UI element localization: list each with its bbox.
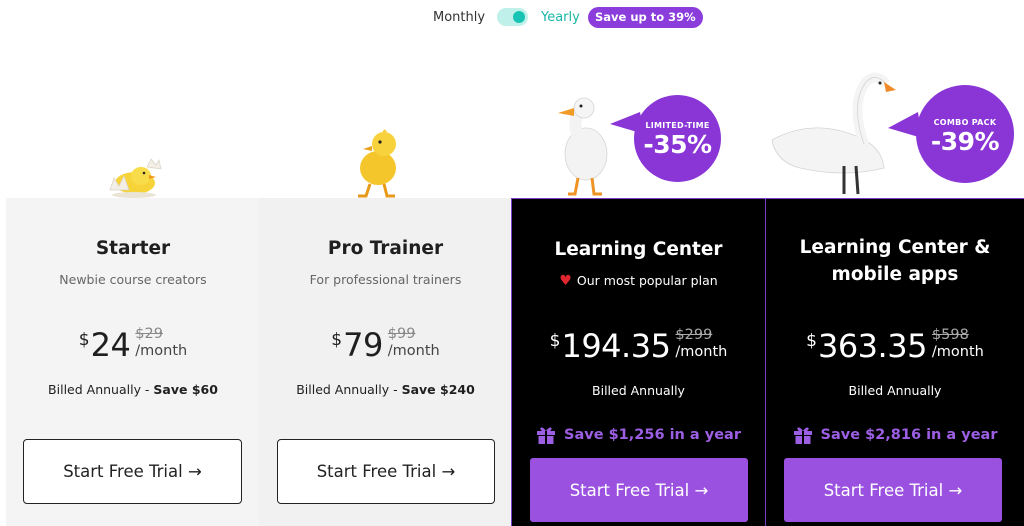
billed-text: Billed Annually -	[296, 382, 402, 397]
billing-note: Billed Annually	[848, 383, 942, 398]
billing-note: Billed Annually - Save $60	[6, 382, 260, 397]
switch-knob	[513, 11, 525, 23]
white-duck-image	[558, 97, 608, 196]
billed-text: Billed Annually -	[48, 382, 154, 397]
start-free-trial-button[interactable]: Start Free Trial →	[277, 439, 495, 504]
currency-symbol: $	[331, 330, 343, 350]
old-price: $29	[135, 326, 163, 342]
combo-pack-badge: COMBO PACK -39%	[916, 85, 1014, 183]
billed-save: Save $60	[153, 382, 218, 397]
plan-title: Pro Trainer	[327, 238, 444, 259]
badge-value: -39%	[930, 127, 1000, 156]
price-amount: 79	[343, 326, 383, 364]
price-amount: 194.35	[561, 327, 671, 365]
heart-icon: ♥	[559, 273, 572, 289]
popular-plan-label: Our most popular plan	[576, 273, 718, 288]
currency-symbol: $	[549, 331, 561, 351]
yearly-label[interactable]: Yearly	[541, 10, 580, 25]
save-up-to-badge: Save up to 39%	[588, 7, 703, 28]
hatching-chick-image	[109, 158, 162, 198]
price-row: $ 363.35 $598 /month	[766, 327, 1024, 365]
plan-title: Starter	[95, 238, 171, 259]
monthly-label[interactable]: Monthly	[433, 10, 485, 25]
duckling-image	[358, 129, 396, 198]
billing-toggle-row: Monthly Yearly Save up to 39%	[0, 7, 1024, 29]
start-free-trial-button[interactable]: Start Free Trial →	[784, 458, 1002, 522]
price-row: $ 194.35 $299 /month	[512, 327, 765, 365]
currency-symbol: $	[806, 331, 817, 351]
yearly-savings-text: Save $2,816 in a year	[820, 427, 998, 443]
price-amount: 363.35	[817, 327, 927, 365]
badge-value: -35%	[643, 130, 712, 159]
badge-caption: COMBO PACK	[933, 118, 997, 127]
limited-time-badge: LIMITED-TIME -35%	[634, 95, 721, 182]
plan-card-learning-center-mobile: Learning Center & mobile apps $ 363.35 $…	[765, 198, 1024, 526]
start-free-trial-button[interactable]: Start Free Trial →	[530, 458, 748, 522]
plan-card-learning-center: Learning Center ♥ Our most popular plan $…	[511, 198, 766, 526]
gift-icon	[793, 427, 812, 444]
plan-card-starter: Starter Newbie course creators $ 24 $29 …	[6, 198, 260, 526]
price-period: /month	[675, 344, 728, 360]
yearly-savings: Save $2,816 in a year	[766, 425, 1024, 445]
yearly-savings-text: Save $1,256 in a year	[564, 427, 741, 443]
price-row: $ 79 $99 /month	[259, 326, 512, 364]
currency-symbol: $	[78, 330, 90, 350]
billing-note: Billed Annually	[592, 383, 685, 398]
price-amount: 24	[90, 326, 131, 364]
old-price: $598	[931, 327, 969, 343]
plan-card-pro-trainer: Pro Trainer For professional trainers $ …	[259, 198, 512, 526]
price-period: /month	[387, 343, 440, 359]
price-row: $ 24 $29 /month	[6, 326, 260, 364]
old-price: $299	[675, 327, 713, 343]
plan-subtitle: For professional trainers	[309, 272, 462, 287]
billing-period-switch[interactable]	[497, 8, 528, 26]
price-period: /month	[135, 343, 188, 359]
plan-title: Learning Center & mobile apps	[799, 237, 991, 285]
billing-note: Billed Annually - Save $240	[259, 382, 512, 397]
billed-save: Save $240	[401, 382, 475, 397]
old-price: $99	[387, 326, 416, 342]
gift-icon	[537, 427, 556, 444]
price-period: /month	[931, 344, 984, 360]
start-free-trial-button[interactable]: Start Free Trial →	[23, 439, 242, 504]
yearly-savings: Save $1,256 in a year	[512, 425, 765, 445]
plan-subtitle: Newbie course creators	[59, 272, 207, 287]
plan-title: Learning Center	[554, 239, 723, 260]
swan-image	[771, 72, 896, 195]
plan-subtitle: ♥ Our most popular plan	[512, 273, 765, 289]
badge-caption: LIMITED-TIME	[645, 121, 710, 130]
